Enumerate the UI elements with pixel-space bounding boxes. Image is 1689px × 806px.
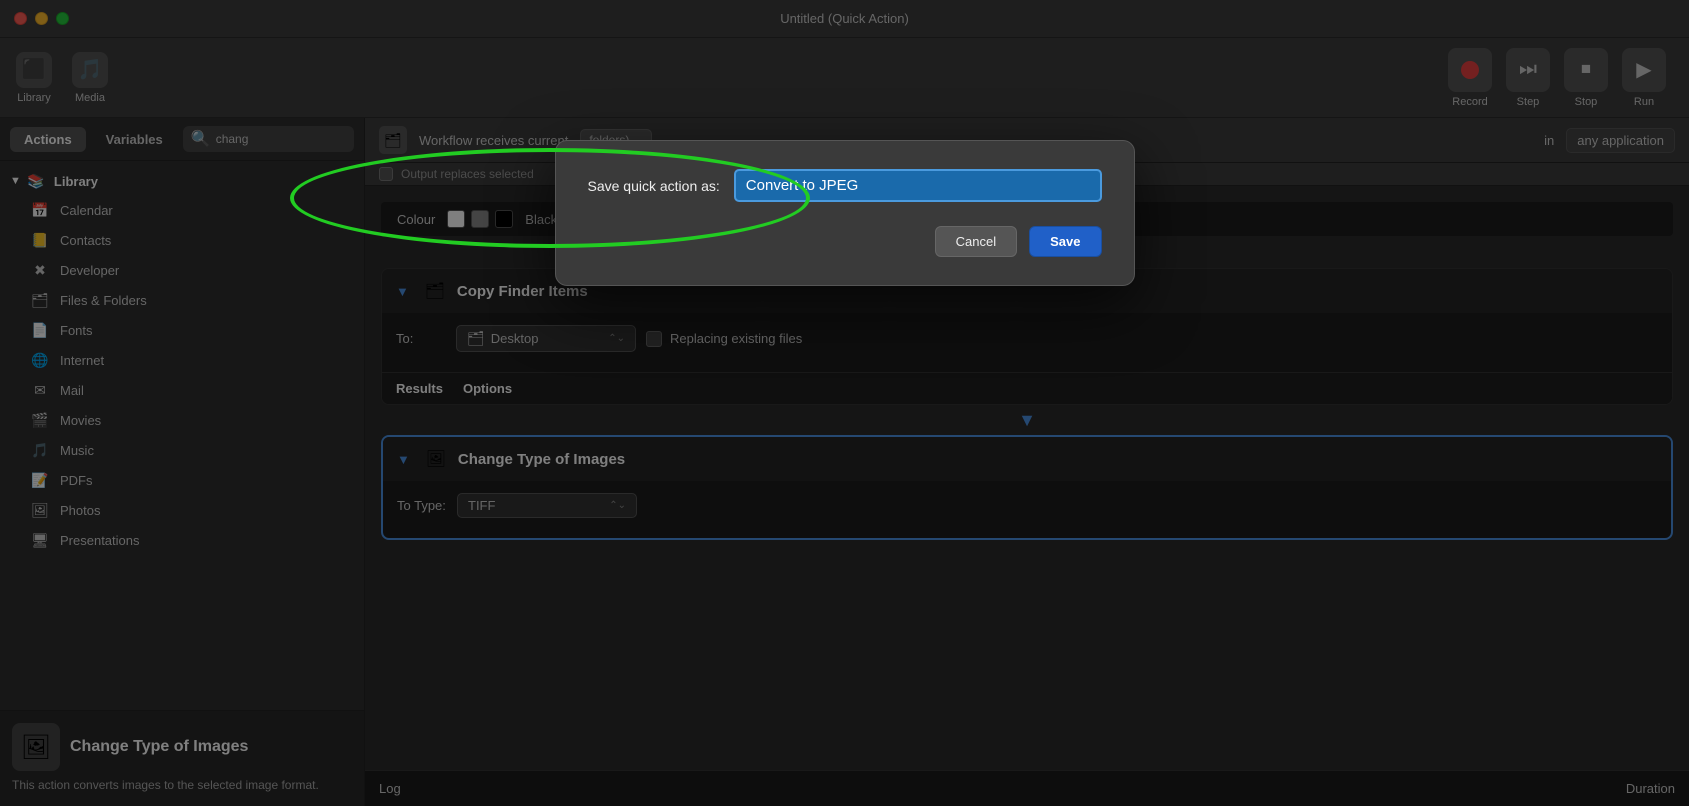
cancel-button[interactable]: Cancel — [935, 226, 1017, 257]
save-label: Save quick action as: — [588, 178, 720, 194]
quick-action-name-input[interactable] — [734, 169, 1102, 202]
modal-overlay[interactable]: Save quick action as: Cancel Save — [0, 0, 1689, 806]
modal-buttons: Cancel Save — [588, 226, 1102, 257]
save-button[interactable]: Save — [1029, 226, 1101, 257]
save-dialog: Save quick action as: Cancel Save — [555, 140, 1135, 286]
modal-input-row: Save quick action as: — [588, 169, 1102, 202]
